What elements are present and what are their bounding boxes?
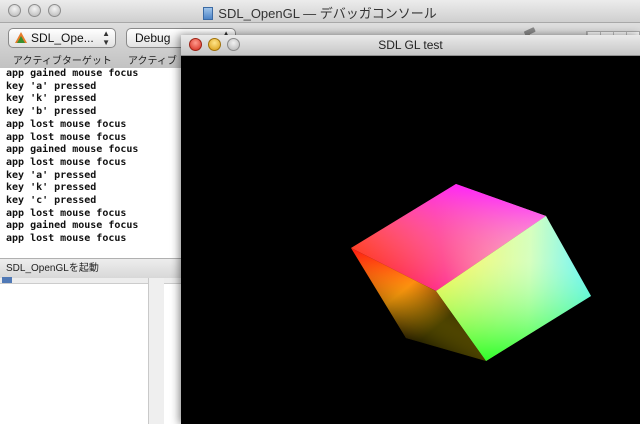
active-configuration-caption: アクティブ [128, 56, 177, 67]
window-title: SDL_OpenGL — デバッガコンソール [0, 3, 640, 22]
debugger-titlebar[interactable]: SDL_OpenGL — デバッガコンソール [0, 0, 640, 23]
document-icon [203, 7, 214, 20]
color-cube [351, 184, 591, 361]
sdl-window-title: SDL GL test [378, 38, 443, 52]
window-title-text: SDL_OpenGL — デバッガコンソール [218, 6, 437, 21]
console-line: key 'k' pressed [6, 182, 97, 194]
console-line: key 'a' pressed [6, 169, 97, 181]
console-line: app lost mouse focus [6, 118, 127, 130]
vertical-scrollbar[interactable] [148, 278, 164, 424]
active-target-caption: アクティブターゲット [13, 56, 112, 67]
console-line: key 'c' pressed [6, 195, 97, 207]
console-line: key 'k' pressed [6, 93, 97, 105]
status-bar: SDL_OpenGLを起動 [0, 258, 181, 278]
target-icon [15, 32, 27, 43]
sdl-gl-window: SDL GL test [181, 35, 640, 424]
console-line: app lost mouse focus [6, 156, 127, 168]
status-text: SDL_OpenGLを起動 [6, 263, 99, 274]
console-line: app gained mouse focus [6, 68, 139, 79]
console-line: app gained mouse focus [6, 144, 139, 156]
active-target-popup[interactable]: SDL_Ope... ▲ ▼ [8, 28, 116, 48]
popup-arrows-icon: ▲▼ [102, 29, 110, 47]
console-line: key 'b' pressed [6, 106, 97, 118]
console-line: app gained mouse focus [6, 220, 139, 232]
active-configuration-label: Debug [135, 31, 171, 45]
console-line: app lost mouse focus [6, 131, 127, 143]
console-line: app lost mouse focus [6, 233, 127, 245]
clipped-row-icon [2, 277, 12, 283]
console-line: app lost mouse focus [6, 207, 127, 219]
console-line: key 'a' pressed [6, 80, 97, 92]
sdl-titlebar[interactable]: SDL GL test [181, 35, 640, 56]
active-target-label: SDL_Ope... [31, 31, 94, 45]
debugger-console[interactable]: app gained mouse focus key 'a' pressed k… [0, 68, 181, 258]
opengl-canvas[interactable] [181, 56, 640, 424]
